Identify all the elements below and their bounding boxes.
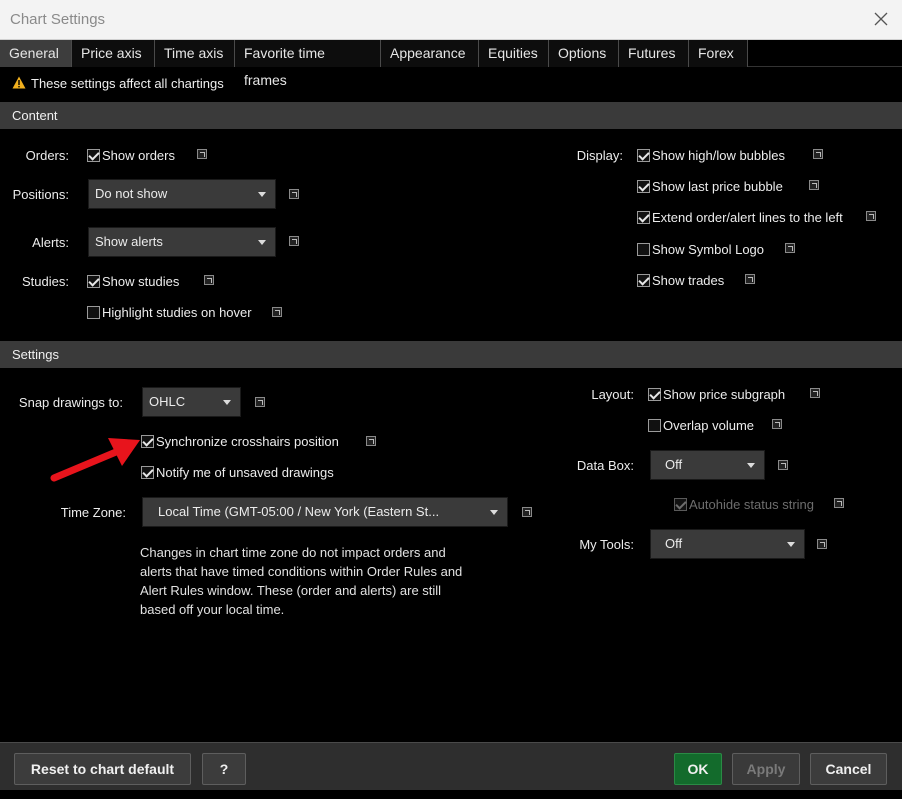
tab-options[interactable]: Options xyxy=(549,40,619,67)
pin-icon[interactable] xyxy=(813,149,823,159)
pin-icon[interactable] xyxy=(772,419,782,429)
alerts-label: Alerts: xyxy=(32,235,69,250)
pin-icon[interactable] xyxy=(778,460,788,470)
time-zone-select[interactable]: Local Time (GMT-05:00 / New York (Easter… xyxy=(142,497,508,527)
data-box-select[interactable]: Off xyxy=(650,450,765,480)
snap-drawings-label: Snap drawings to: xyxy=(18,395,123,410)
layout-label: Layout: xyxy=(591,387,634,402)
my-tools-select[interactable]: Off xyxy=(650,529,805,559)
positions-select[interactable]: Do not show xyxy=(88,179,276,209)
positions-label: Positions: xyxy=(12,187,69,202)
time-zone-note: Changes in chart time zone do not impact… xyxy=(140,545,463,617)
tab-bar: General Price axis Time axis Favorite ti… xyxy=(0,40,902,88)
pin-icon[interactable] xyxy=(745,274,755,284)
pin-icon[interactable] xyxy=(289,189,299,199)
sync-crosshairs-checkbox[interactable]: Synchronize crosshairs position xyxy=(141,434,339,449)
pin-icon[interactable] xyxy=(272,307,282,317)
checkbox-box xyxy=(87,149,100,162)
pin-icon[interactable] xyxy=(522,507,532,517)
warning-message: These settings affect all chartings xyxy=(12,76,224,91)
apply-button[interactable]: Apply xyxy=(732,753,800,785)
pin-icon[interactable] xyxy=(809,180,819,190)
show-symbol-logo-checkbox[interactable]: Show Symbol Logo xyxy=(637,242,764,257)
chevron-down-icon xyxy=(490,510,498,515)
chevron-down-icon xyxy=(223,400,231,405)
background-chart-strip xyxy=(0,790,902,799)
checkbox-box xyxy=(637,243,650,256)
pin-icon[interactable] xyxy=(817,539,827,549)
show-high-low-bubbles-checkbox[interactable]: Show high/low bubbles xyxy=(637,148,785,163)
checkbox-box xyxy=(637,211,650,224)
autohide-status-string-checkbox[interactable]: Autohide status string xyxy=(674,497,814,512)
pin-icon[interactable] xyxy=(204,275,214,285)
alerts-select[interactable]: Show alerts xyxy=(88,227,276,257)
tab-equities[interactable]: Equities xyxy=(479,40,549,67)
warning-icon xyxy=(12,76,26,89)
tab-futures[interactable]: Futures xyxy=(619,40,689,67)
tab-favorite-time-frames[interactable]: Favorite time frames xyxy=(235,40,381,88)
chevron-down-icon xyxy=(258,192,266,197)
window-title: Chart Settings xyxy=(10,11,106,28)
show-last-price-bubble-checkbox[interactable]: Show last price bubble xyxy=(637,179,783,194)
pin-icon[interactable] xyxy=(289,236,299,246)
tab-price-axis[interactable]: Price axis xyxy=(72,40,155,67)
studies-label: Studies: xyxy=(22,274,69,289)
chevron-down-icon xyxy=(747,463,755,468)
overlap-volume-checkbox[interactable]: Overlap volume xyxy=(648,418,754,433)
extend-order-lines-checkbox[interactable]: Extend order/alert lines to the left xyxy=(637,210,843,225)
tab-general[interactable]: General xyxy=(0,40,72,67)
red-arrow-icon xyxy=(50,438,140,482)
pin-icon[interactable] xyxy=(366,436,376,446)
data-box-label: Data Box: xyxy=(576,458,634,473)
pin-icon[interactable] xyxy=(197,149,207,159)
chevron-down-icon xyxy=(787,542,795,547)
time-zone-label: Time Zone: xyxy=(60,505,126,520)
tab-appearance[interactable]: Appearance xyxy=(381,40,479,67)
checkbox-box xyxy=(674,498,687,511)
reset-to-chart-default-button[interactable]: Reset to chart default xyxy=(14,753,191,785)
checkbox-box xyxy=(648,388,661,401)
settings-section-header: Settings xyxy=(0,341,902,368)
close-icon[interactable] xyxy=(870,8,892,30)
show-studies-checkbox[interactable]: Show studies xyxy=(87,274,179,289)
pin-icon[interactable] xyxy=(834,498,844,508)
checkbox-box xyxy=(87,275,100,288)
show-price-subgraph-checkbox[interactable]: Show price subgraph xyxy=(648,387,785,402)
tab-time-axis[interactable]: Time axis xyxy=(155,40,235,67)
warning-text: These settings affect all chartings xyxy=(31,76,224,91)
title-bar: Chart Settings xyxy=(0,0,902,40)
my-tools-label: My Tools: xyxy=(579,537,634,552)
pin-icon[interactable] xyxy=(255,397,265,407)
content-section-header: Content xyxy=(0,102,902,129)
checkbox-box xyxy=(637,149,650,162)
show-trades-checkbox[interactable]: Show trades xyxy=(637,273,724,288)
pin-icon[interactable] xyxy=(785,243,795,253)
orders-label: Orders: xyxy=(25,148,69,163)
checkbox-box xyxy=(637,180,650,193)
notify-unsaved-drawings-checkbox[interactable]: Notify me of unsaved drawings xyxy=(141,465,334,480)
tab-forex[interactable]: Forex xyxy=(689,40,748,67)
ok-button[interactable]: OK xyxy=(674,753,722,785)
pin-icon[interactable] xyxy=(810,388,820,398)
snap-drawings-select[interactable]: OHLC xyxy=(142,387,241,417)
highlight-studies-checkbox[interactable]: Highlight studies on hover xyxy=(87,305,252,320)
display-label: Display: xyxy=(576,148,623,163)
pin-icon[interactable] xyxy=(866,211,876,221)
help-button[interactable]: ? xyxy=(202,753,246,785)
cancel-button[interactable]: Cancel xyxy=(810,753,887,785)
checkbox-box xyxy=(637,274,650,287)
checkbox-box xyxy=(87,306,100,319)
chevron-down-icon xyxy=(258,240,266,245)
show-orders-checkbox[interactable]: Show orders xyxy=(87,148,175,163)
checkbox-box xyxy=(648,419,661,432)
